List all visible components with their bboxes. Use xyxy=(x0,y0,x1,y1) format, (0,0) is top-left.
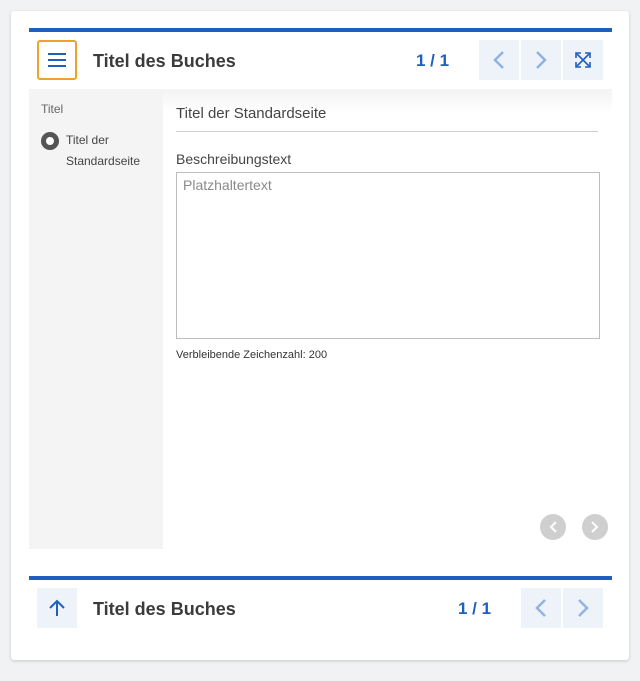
title-divider xyxy=(176,131,598,132)
chevron-right-icon xyxy=(536,51,547,69)
prev-page-button[interactable] xyxy=(479,40,519,80)
chevron-left-icon xyxy=(493,51,504,69)
description-textarea[interactable] xyxy=(176,172,600,339)
chevron-left-icon xyxy=(535,599,546,617)
prev-circle-button[interactable] xyxy=(540,514,566,540)
page-counter: 1 / 1 xyxy=(416,51,450,70)
menu-button[interactable] xyxy=(37,40,77,80)
next-page-button[interactable] xyxy=(521,40,561,80)
page-content: Titel der Standardseite Beschreibungstex… xyxy=(163,89,612,549)
chevron-left-icon xyxy=(549,521,557,533)
footer-book-title: Titel des Buches xyxy=(93,599,236,619)
sidebar: Titel Titel der Standardseite xyxy=(29,89,163,549)
sidebar-item-label: Titel der Standardseite xyxy=(66,133,141,168)
sidebar-item-standard-page[interactable]: Titel der Standardseite xyxy=(41,130,159,172)
viewer-card: Titel des Buches 1 / 1 Titel Titel der S… xyxy=(11,11,629,660)
top-toolbar: Titel des Buches 1 / 1 xyxy=(29,28,612,86)
chevron-right-icon xyxy=(578,599,589,617)
next-circle-button[interactable] xyxy=(582,514,608,540)
book-title: Titel des Buches xyxy=(93,51,236,71)
sidebar-heading: Titel xyxy=(41,102,64,116)
bottom-toolbar: Titel des Buches 1 / 1 xyxy=(29,576,612,634)
remaining-chars: Verbleibende Zeichenzahl: 200 xyxy=(176,349,328,361)
scroll-top-button[interactable] xyxy=(37,588,77,628)
page-title: Titel der Standardseite xyxy=(176,105,327,122)
radio-selected-icon xyxy=(41,132,59,150)
arrow-up-icon xyxy=(49,599,65,616)
description-label: Beschreibungstext xyxy=(176,151,292,167)
expand-icon xyxy=(575,52,591,68)
footer-prev-page-button[interactable] xyxy=(521,588,561,628)
footer-next-page-button[interactable] xyxy=(563,588,603,628)
chevron-right-icon xyxy=(591,521,599,533)
footer-page-counter: 1 / 1 xyxy=(458,599,492,618)
fullscreen-button[interactable] xyxy=(563,40,603,80)
menu-icon xyxy=(48,53,66,67)
